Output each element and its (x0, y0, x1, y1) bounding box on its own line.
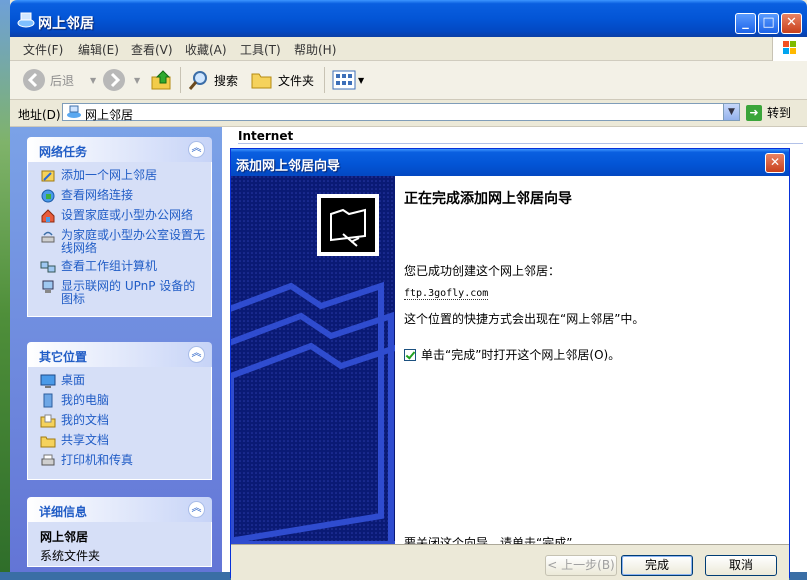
workgroup-computers-icon (40, 261, 56, 273)
wireless-network-icon (41, 231, 55, 243)
task-setup-wireless-network[interactable]: 为家庭或小型办公室设置无线网络 (40, 228, 205, 255)
details-type: 系统文件夹 (40, 549, 101, 563)
network-tasks-header[interactable]: 网络任务 ︽ (27, 137, 212, 162)
wizard-finish-button[interactable]: 完成 (621, 555, 693, 576)
menu-tools[interactable]: 工具(T) (240, 41, 281, 58)
back-button[interactable]: 后退 ▼ (22, 68, 96, 92)
back-dropdown-icon[interactable]: ▼ (90, 76, 96, 85)
address-bar: 地址(D) 网上邻居 ▼ ➜ 转到 (10, 100, 807, 127)
place-shared-documents[interactable]: 共享文档 (40, 433, 205, 449)
network-connections-icon (41, 189, 55, 203)
place-printers-faxes[interactable]: 打印机和传真 (40, 453, 205, 469)
wizard-button-bar: < 上一步(B) 完成 取消 (231, 544, 789, 580)
wizard-banner (231, 176, 395, 544)
other-places-panel: 其它位置 ︽ 桌面 我的电脑 我的文档 共享文档 打印机和传真 (27, 342, 212, 480)
wizard-heading: 正在完成添加网上邻居向导 (404, 191, 572, 207)
task-view-workgroup-computers[interactable]: 查看工作组计算机 (40, 259, 205, 275)
add-network-place-icon (41, 170, 55, 182)
details-name: 网上邻居 (40, 530, 89, 544)
folders-button[interactable]: 文件夹 (250, 68, 314, 92)
wizard-folder-art (231, 176, 395, 544)
collapse-chevron-icon[interactable]: ︽ (188, 141, 205, 158)
printer-icon (41, 454, 55, 466)
place-my-computer[interactable]: 我的电脑 (40, 393, 205, 409)
forward-dropdown-icon[interactable]: ▼ (134, 76, 140, 85)
shared-folder-icon (40, 436, 56, 448)
details-header[interactable]: 详细信息 ︽ (27, 497, 212, 522)
place-my-documents[interactable]: 我的文档 (40, 413, 205, 429)
search-icon (188, 71, 207, 90)
folder-icon (251, 73, 272, 89)
forward-button[interactable]: ▼ (102, 68, 140, 92)
place-desktop[interactable]: 桌面 (40, 373, 205, 389)
wizard-back-button[interactable]: < 上一步(B) (545, 555, 617, 576)
standard-toolbar: 后退 ▼ ▼ 搜索 文件夹 ▼ (10, 61, 807, 100)
up-folder-icon (151, 70, 171, 90)
wizard-cancel-button[interactable]: 取消 (705, 555, 777, 576)
task-pane: 网络任务 ︽ 添加一个网上邻居 查看网络连接 设置家庭或小型办公网络 为家庭或小… (10, 127, 222, 572)
address-label: 地址(D) (18, 108, 61, 122)
menu-edit[interactable]: 编辑(E) (78, 41, 119, 58)
group-header-internet: Internet (238, 129, 294, 143)
window-title: 网上邻居 (38, 16, 94, 32)
back-arrow-icon (23, 69, 45, 91)
task-show-upnp-icons[interactable]: 显示联网的 UPnP 设备的图标 (40, 279, 205, 306)
open-on-finish-option[interactable]: 单击“完成”时打开这个网上邻居(O)。 (404, 346, 620, 363)
group-divider (238, 143, 803, 144)
menu-bar: 文件(F) 编辑(E) 查看(V) 收藏(A) 工具(T) 帮助(H) (10, 37, 807, 61)
dialog-title: 添加网上邻居向导 (236, 159, 341, 174)
network-places-icon (67, 105, 81, 118)
views-icon (332, 70, 356, 90)
views-dropdown-icon[interactable]: ▼ (358, 76, 364, 85)
go-arrow-icon: ➜ (746, 104, 762, 121)
maximize-button[interactable]: □ (758, 13, 779, 34)
open-on-finish-label: 单击“完成”时打开这个网上邻居(O)。 (421, 348, 621, 362)
open-on-finish-checkbox[interactable] (404, 348, 416, 361)
toolbar-separator (324, 67, 325, 93)
details-panel: 详细信息 ︽ 网上邻居 系统文件夹 (27, 497, 212, 567)
forward-arrow-icon (103, 69, 125, 91)
task-add-network-place[interactable]: 添加一个网上邻居 (40, 168, 205, 184)
task-view-network-connections[interactable]: 查看网络连接 (40, 188, 205, 204)
title-bar[interactable]: 网上邻居 _ □ ✕ (10, 0, 807, 37)
go-button[interactable]: ➜ 转到 (746, 104, 791, 121)
views-button[interactable]: ▼ (332, 68, 364, 92)
add-network-place-wizard: 添加网上邻居向导 ✕ 正在完成添加网上邻居向导 您已成功创建这个网上邻居： ft… (230, 148, 790, 580)
my-computer-icon (43, 393, 53, 408)
network-tasks-panel: 网络任务 ︽ 添加一个网上邻居 查看网络连接 设置家庭或小型办公网络 为家庭或小… (27, 137, 212, 317)
upnp-device-icon (42, 280, 54, 293)
my-documents-icon (40, 414, 56, 428)
collapse-chevron-icon[interactable]: ︽ (188, 501, 205, 518)
menu-file[interactable]: 文件(F) (23, 41, 63, 58)
search-button[interactable]: 搜索 (188, 68, 238, 92)
menu-help[interactable]: 帮助(H) (294, 41, 336, 58)
home-network-icon (41, 209, 55, 223)
minimize-button[interactable]: _ (735, 13, 756, 34)
other-places-header[interactable]: 其它位置 ︽ (27, 342, 212, 367)
close-button[interactable]: ✕ (781, 13, 802, 34)
wizard-content: 正在完成添加网上邻居向导 您已成功创建这个网上邻居： ftp.3gofly.co… (395, 176, 789, 550)
menu-view[interactable]: 查看(V) (131, 41, 173, 58)
up-button[interactable] (150, 68, 174, 92)
desktop-icon (40, 374, 56, 388)
toolbar-separator (180, 67, 181, 93)
dialog-close-button[interactable]: ✕ (765, 153, 785, 173)
address-dropdown-button[interactable]: ▼ (723, 104, 739, 120)
network-place-address: ftp.3gofly.com (404, 288, 489, 300)
created-message: 您已成功创建这个网上邻居： (404, 264, 561, 278)
address-input[interactable]: 网上邻居 ▼ (62, 103, 740, 122)
menu-favorites[interactable]: 收藏(A) (185, 41, 227, 58)
dialog-title-bar[interactable]: 添加网上邻居向导 ✕ (231, 149, 789, 176)
task-setup-home-network[interactable]: 设置家庭或小型办公网络 (40, 208, 205, 224)
shortcut-note: 这个位置的快捷方式会出现在“网上邻居”中。 (404, 312, 645, 326)
network-places-icon (17, 12, 35, 28)
collapse-chevron-icon[interactable]: ︽ (188, 346, 205, 363)
windows-logo-icon (772, 37, 807, 61)
